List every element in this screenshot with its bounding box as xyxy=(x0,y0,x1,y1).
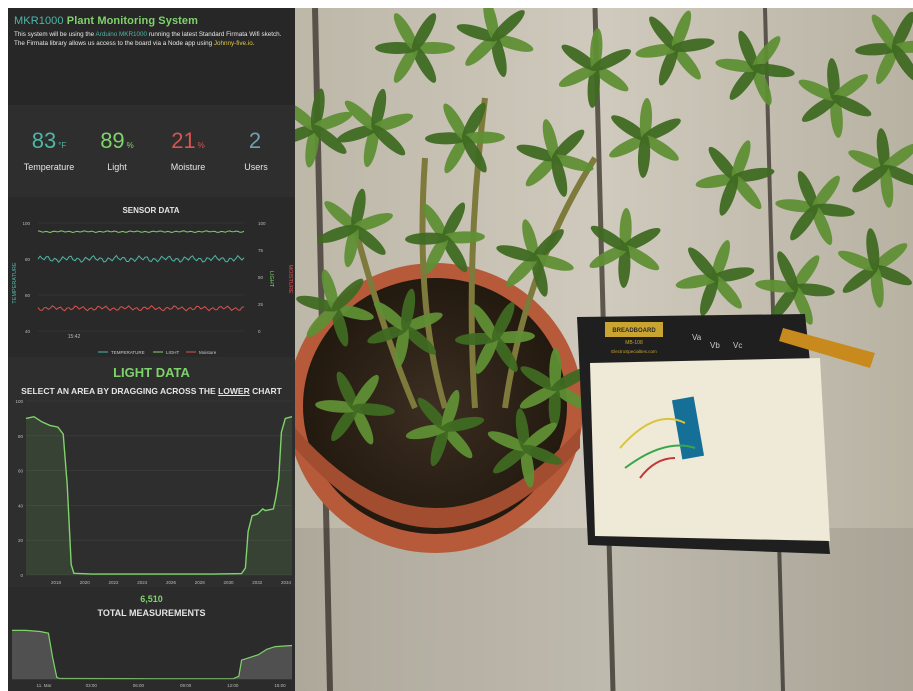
stat-temperature: 83 °F Temperature xyxy=(23,128,75,173)
sensor-left-tick: 100 xyxy=(22,221,30,226)
light-data-instruction: SELECT AN AREA BY DRAGGING ACROSS THE LO… xyxy=(21,386,282,396)
stat-moisture: 21% Moisture xyxy=(170,128,206,173)
sensor-left-tick: 80 xyxy=(25,257,31,262)
sensor-right-tick: 100 xyxy=(258,221,266,226)
plant-photo: BREADBOARD MB-108 ElectroSpecialties.com… xyxy=(295,8,913,691)
legend-light[interactable]: LIGHT xyxy=(166,350,180,355)
johnny-five-link[interactable]: Johnny-five.io xyxy=(214,40,253,47)
sensor-ylabel-temperature: TEMPERATURE xyxy=(12,262,18,303)
sensor-legend: TEMPERATURE LIGHT Moisture xyxy=(98,350,217,355)
light-y-tick: 0 xyxy=(20,573,23,578)
legend-moisture[interactable]: Moisture xyxy=(199,350,217,355)
sensor-right-tick: 25 xyxy=(258,302,264,307)
rail-label-va: Va xyxy=(692,333,702,342)
board-link[interactable]: Arduino MKR1000 xyxy=(96,31,147,38)
navigator-x-tick: 03:00 xyxy=(86,683,98,688)
light-x-tick: 2018 xyxy=(51,580,62,585)
stat-users: 2 Users xyxy=(244,128,268,173)
header-description: This system will be using the Arduino MK… xyxy=(14,31,282,47)
navigator-x-tick: 11. Mar xyxy=(37,683,52,688)
header: MKR1000 Plant Monitoring System This sys… xyxy=(8,8,295,105)
light-data-panel: 100 80 60 40 20 0 2018 2020 2022 2024 2026 2028 2030… xyxy=(8,357,295,587)
sensor-line-light xyxy=(37,230,245,234)
breadboard-model: MB-108 xyxy=(625,340,643,346)
sensor-line-moisture xyxy=(37,305,245,312)
light-x-tick: 2030 xyxy=(223,580,234,585)
total-measurements-panel: 11. Mar 03:00 06:00 09:00 12:00 15:00 6,510 T… xyxy=(8,587,295,691)
sensor-ylabel-moisture: MOISTURE xyxy=(287,264,293,293)
stat-light: 89% Light xyxy=(100,128,134,173)
breadboard-brand: BREADBOARD xyxy=(612,328,656,334)
sensor-right-tick: 0 xyxy=(258,329,261,334)
app-title: MKR1000 Plant Monitoring System xyxy=(14,15,199,27)
light-data-title: LIGHT DATA xyxy=(113,365,190,380)
sensor-chart-title: SENSOR DATA xyxy=(122,206,179,215)
legend-temperature[interactable]: TEMPERATURE xyxy=(111,350,145,355)
light-y-tick: 60 xyxy=(18,469,24,474)
total-measurements-title: TOTAL MEASUREMENTS xyxy=(97,608,206,618)
dashboard-panel: MKR1000 Plant Monitoring System This sys… xyxy=(8,8,295,691)
light-x-tick: 2034 xyxy=(281,580,292,585)
light-x-tick: 2026 xyxy=(166,580,177,585)
sensor-left-tick: 60 xyxy=(25,293,31,298)
navigator-x-tick: 06:00 xyxy=(133,683,145,688)
navigator-area xyxy=(12,630,292,679)
light-y-tick: 40 xyxy=(18,503,24,508)
navigator-x-tick: 09:00 xyxy=(180,683,192,688)
sensor-right-tick: 75 xyxy=(258,248,264,253)
light-y-tick: 20 xyxy=(18,538,24,543)
light-x-tick: 2032 xyxy=(252,580,263,585)
measurement-count: 6,510 xyxy=(140,594,163,604)
light-x-tick: 2020 xyxy=(80,580,91,585)
stats-row: 83 °F Temperature 89% Light 21% Moisture … xyxy=(8,105,295,197)
plant-photo-image: BREADBOARD MB-108 ElectroSpecialties.com… xyxy=(295,8,913,691)
sensor-chart-panel[interactable]: SENSOR DATA TEMPERATURE LIGHT MOISTURE 1… xyxy=(8,197,295,357)
rail-label-vb: Vb xyxy=(710,341,720,350)
light-area-fill xyxy=(26,416,292,575)
sensor-right-tick: 50 xyxy=(258,275,264,280)
sensor-x-tick: 15:42 xyxy=(68,334,81,340)
sensor-ylabel-light: LIGHT xyxy=(268,271,274,288)
navigator-x-tick: 12:00 xyxy=(227,683,239,688)
light-y-tick: 100 xyxy=(15,399,23,404)
light-x-tick: 2024 xyxy=(137,580,148,585)
light-x-tick: 2028 xyxy=(195,580,206,585)
breadboard: BREADBOARD MB-108 ElectroSpecialties.com… xyxy=(577,314,830,554)
sensor-left-tick: 40 xyxy=(25,329,31,334)
navigator-x-tick: 15:00 xyxy=(274,683,286,688)
sensor-chart[interactable]: SENSOR DATA TEMPERATURE LIGHT MOISTURE 1… xyxy=(8,197,295,357)
light-y-tick: 80 xyxy=(18,434,24,439)
light-x-tick: 2022 xyxy=(108,580,119,585)
breadboard-url: ElectroSpecialties.com xyxy=(611,349,657,354)
rail-label-vc: Vc xyxy=(733,341,742,350)
